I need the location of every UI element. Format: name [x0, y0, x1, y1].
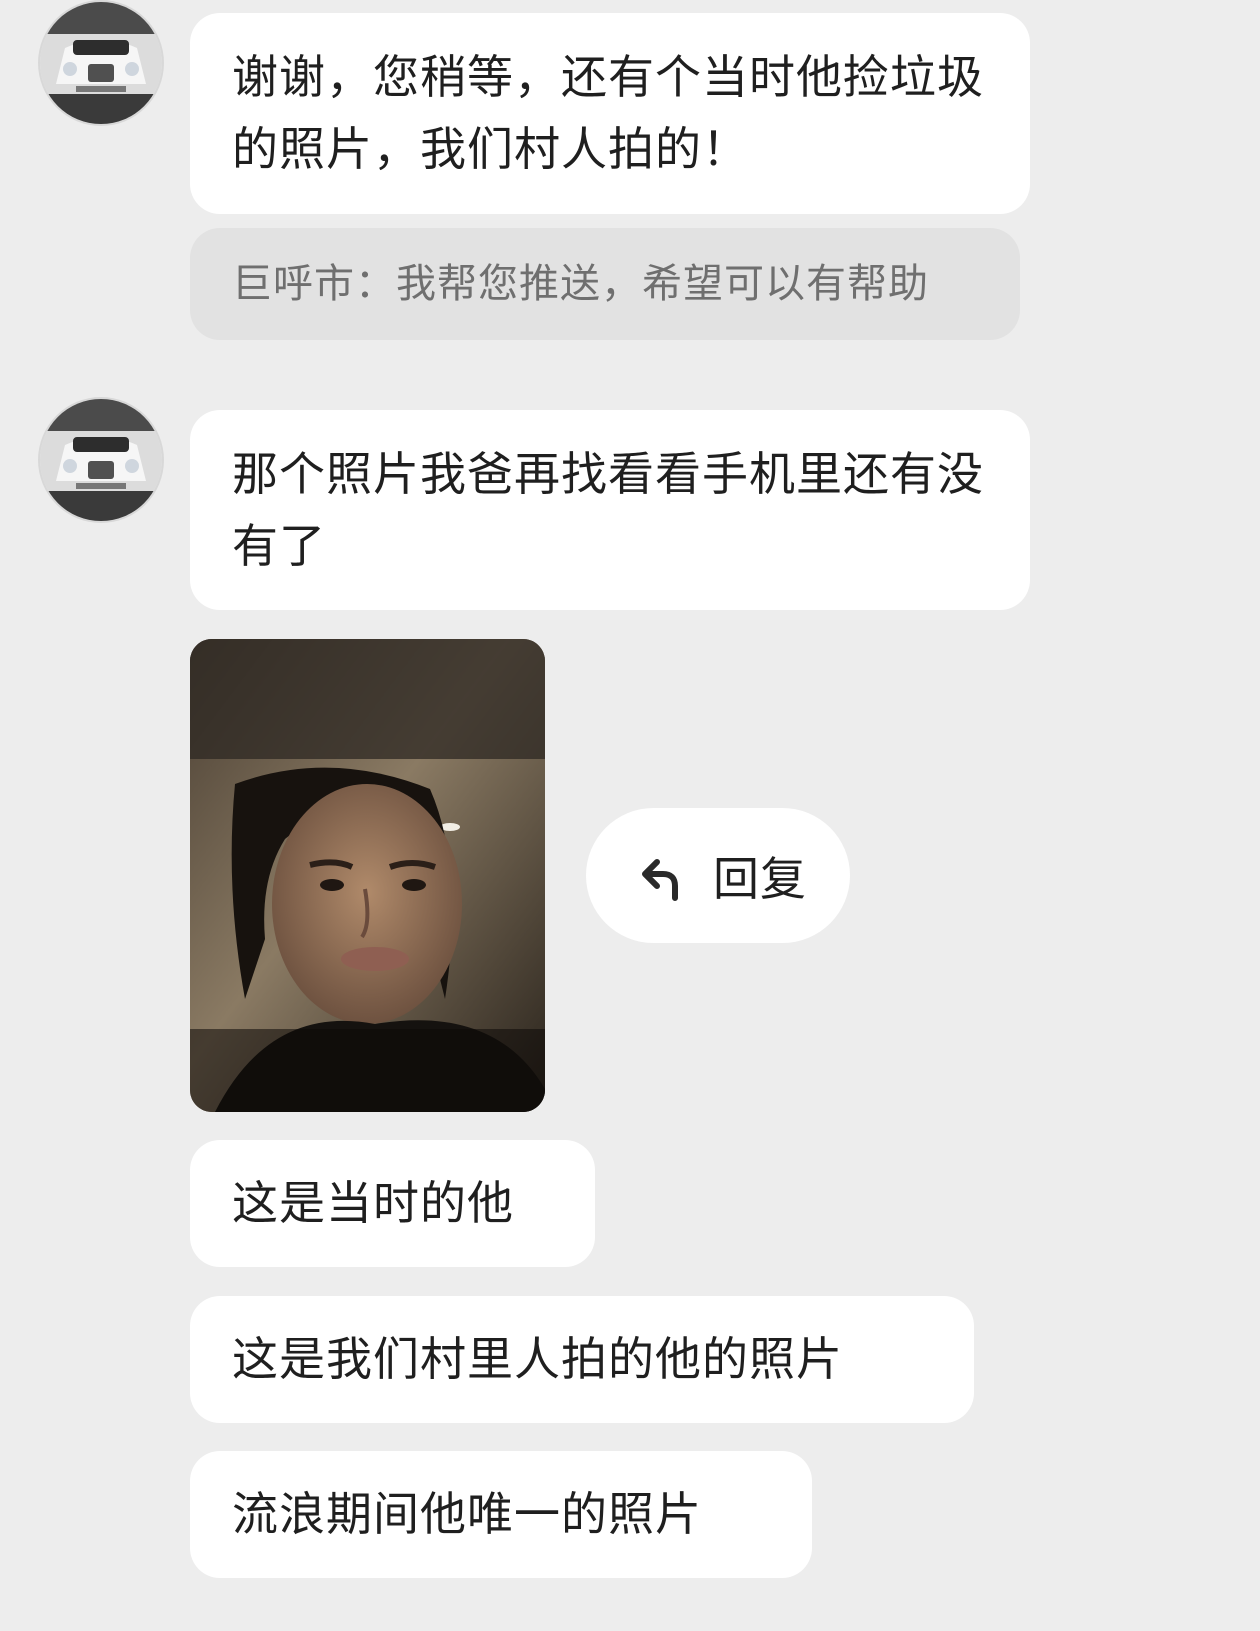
message-text: 这是当时的他: [232, 1176, 514, 1230]
reply-button[interactable]: 回复: [586, 808, 850, 943]
contact-avatar[interactable]: [40, 2, 162, 124]
photo-message[interactable]: [190, 639, 545, 1112]
message-text: 谢谢，您稍等，还有个当时他捡垃圾的照片，我们村人拍的！: [232, 50, 984, 176]
car-avatar-icon: [40, 2, 162, 124]
reply-label: 回复: [713, 851, 807, 906]
message-text: 那个照片我爸再找看看手机里还有没有了: [232, 447, 984, 573]
contact-avatar[interactable]: [40, 399, 162, 521]
message-text: 这是我们村里人拍的他的照片: [232, 1332, 843, 1386]
person-photo: [190, 639, 545, 1112]
reply-arrow-icon: [642, 858, 678, 901]
message-bubble[interactable]: 那个照片我爸再找看看手机里还有没有了: [190, 410, 1030, 610]
car-avatar-icon: [40, 399, 162, 521]
message-text: 流浪期间他唯一的照片: [232, 1487, 702, 1541]
system-note: 巨呼市：我帮您推送，希望可以有帮助: [190, 228, 1020, 340]
message-bubble[interactable]: 谢谢，您稍等，还有个当时他捡垃圾的照片，我们村人拍的！: [190, 13, 1030, 214]
message-bubble[interactable]: 这是我们村里人拍的他的照片: [190, 1296, 974, 1423]
message-bubble[interactable]: 流浪期间他唯一的照片: [190, 1451, 812, 1578]
message-bubble[interactable]: 这是当时的他: [190, 1140, 595, 1267]
system-note-text: 巨呼市：我帮您推送，希望可以有帮助: [232, 261, 929, 307]
